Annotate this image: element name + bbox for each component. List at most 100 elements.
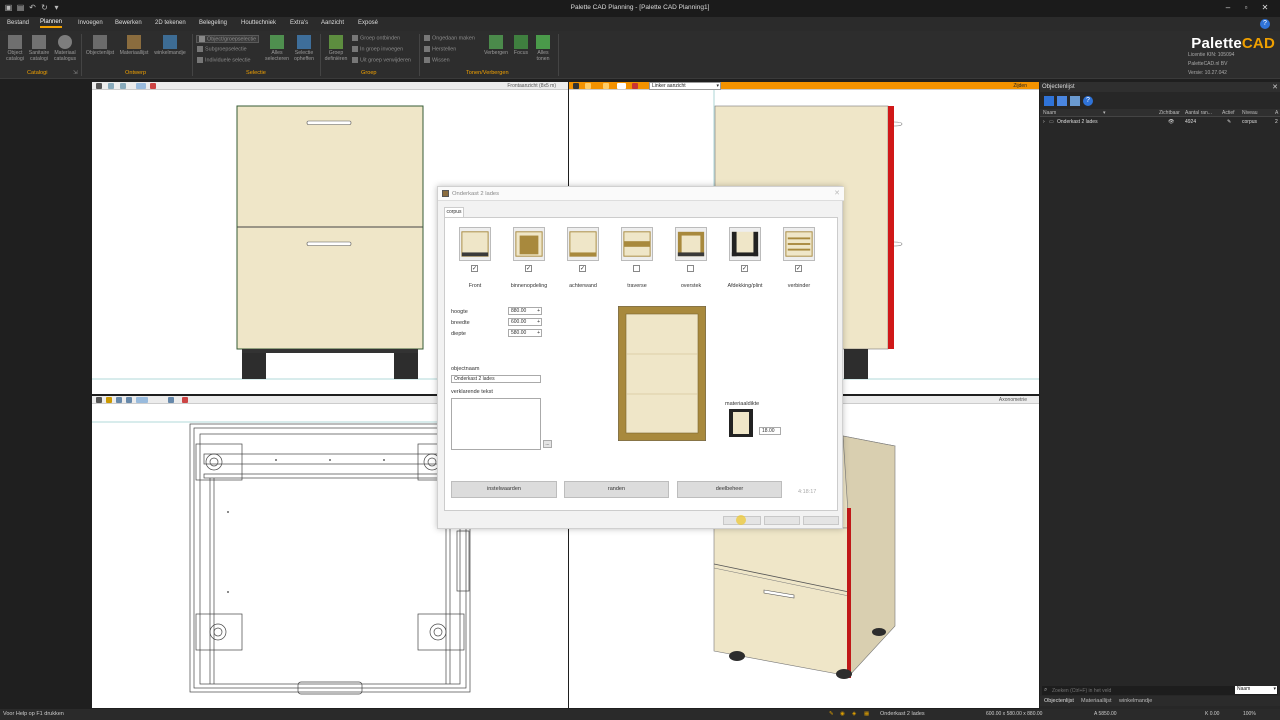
- front-checkbox[interactable]: ✓: [471, 265, 478, 272]
- focus-button[interactable]: Focus: [511, 35, 531, 57]
- panel-tool-icon[interactable]: [1044, 96, 1054, 106]
- binnenopdeling-checkbox[interactable]: ✓: [525, 265, 532, 272]
- wissen-button[interactable]: Wissen: [424, 57, 450, 63]
- sanitaire-catalog-button[interactable]: Sanitaire catalogi: [27, 35, 51, 62]
- hoogte-input[interactable]: 880.00 +: [508, 307, 542, 315]
- menu-aanzicht[interactable]: Aanzicht: [321, 20, 344, 26]
- menu-belegeling[interactable]: Belegeling: [199, 20, 227, 26]
- maximize-button[interactable]: ▫: [1240, 3, 1252, 13]
- minimize-button[interactable]: –: [1222, 3, 1234, 13]
- pencil-icon[interactable]: ✎: [829, 711, 834, 717]
- groep-ontbinden-button[interactable]: Groep ontbinden: [352, 35, 400, 41]
- overstek-part-thumbnail[interactable]: [675, 227, 707, 261]
- alles-selecteren-button[interactable]: Alles selecteren: [263, 35, 291, 62]
- winkelmandje-button[interactable]: winkelmandje: [152, 35, 188, 57]
- tab-objectenlijst[interactable]: Objectenlijst: [1044, 698, 1074, 704]
- panel-close-icon[interactable]: ✕: [1272, 83, 1278, 91]
- text-edit-button[interactable]: ...: [543, 440, 552, 448]
- dialog-close-icon[interactable]: ✕: [834, 189, 840, 197]
- col-niveau[interactable]: Niveau: [1242, 110, 1258, 116]
- front-part-thumbnail[interactable]: [459, 227, 491, 261]
- selectie-opheffen-button[interactable]: Selectie opheffen: [291, 35, 317, 62]
- materiaallijst-button[interactable]: Materiaallijst: [117, 35, 151, 57]
- dialog-launcher-icon[interactable]: ⇲: [73, 70, 78, 76]
- sanitary-icon: [32, 35, 46, 49]
- stepper-icon[interactable]: +: [537, 330, 540, 337]
- tab-winkelmandje[interactable]: winkelmandje: [1119, 698, 1152, 704]
- menu-extras[interactable]: Extra's: [290, 20, 308, 26]
- magnet-icon[interactable]: ◉: [840, 711, 845, 717]
- tab-materiaallijst[interactable]: Materiaallijst: [1081, 698, 1112, 704]
- help-icon[interactable]: ?: [1083, 96, 1093, 106]
- select-all-icon: [270, 35, 284, 49]
- visible-icon[interactable]: 👁: [1168, 119, 1174, 125]
- sort-chevron-icon[interactable]: ▾: [1103, 110, 1106, 116]
- stepper-icon[interactable]: +: [537, 308, 540, 315]
- row-name[interactable]: Onderkast 2 lades: [1057, 119, 1098, 125]
- overstek-checkbox[interactable]: [687, 265, 694, 272]
- help-icon[interactable]: ?: [1260, 19, 1270, 29]
- afdekking-plint-checkbox[interactable]: ✓: [741, 265, 748, 272]
- traverse-checkbox[interactable]: [633, 265, 640, 272]
- ongedaan-maken-button[interactable]: Ongedaan maken: [424, 35, 475, 41]
- verbinder-part-thumbnail[interactable]: [783, 227, 815, 261]
- dialog-title-bar[interactable]: Onderkast 2 lades ✕: [438, 187, 844, 201]
- close-button[interactable]: ✕: [1259, 3, 1271, 13]
- deelbeheer-button[interactable]: deelbeheer: [677, 481, 782, 498]
- binnenopdeling-part-thumbnail[interactable]: [513, 227, 545, 261]
- herstellen-button[interactable]: Herstellen: [424, 46, 456, 52]
- achterwand-part-thumbnail[interactable]: [567, 227, 599, 261]
- traverse-part-thumbnail[interactable]: [621, 227, 653, 261]
- diepte-label: diepte: [451, 331, 466, 337]
- menu-expose[interactable]: Exposé: [358, 20, 378, 26]
- breedte-input[interactable]: 600.00 +: [508, 318, 542, 326]
- randen-button[interactable]: randen: [564, 481, 669, 498]
- objectenlijst-button[interactable]: Objectenlijst: [84, 35, 116, 57]
- alles-tonen-button[interactable]: Alles tonen: [532, 35, 554, 62]
- tab-corpus[interactable]: corpus: [444, 207, 464, 217]
- active-icon[interactable]: ✎: [1227, 119, 1231, 125]
- col-naam[interactable]: Naam: [1043, 110, 1056, 116]
- subgroepselectie-button[interactable]: Subgroepselectie: [197, 46, 247, 52]
- material-catalog-button[interactable]: Materiaal catalogus: [52, 35, 78, 62]
- col-aantal[interactable]: Aantal ran...: [1185, 110, 1212, 116]
- cancel-button[interactable]: [764, 516, 800, 525]
- grid-icon[interactable]: ▦: [864, 711, 869, 717]
- menu-2d-tekenen[interactable]: 2D tekenen: [155, 20, 186, 26]
- refresh-icon[interactable]: [1070, 96, 1080, 106]
- expand-chevron-icon[interactable]: ›: [1043, 119, 1045, 125]
- instelwaarden-button[interactable]: instelwaarden: [451, 481, 557, 498]
- in-groep-invoegen-button[interactable]: In groep invoegen: [352, 46, 403, 52]
- object-catalog-button[interactable]: Object catalogi: [4, 35, 26, 62]
- menu-invoegen[interactable]: Invoegen: [78, 20, 103, 26]
- materiaaldikte-input[interactable]: 18.00: [759, 427, 781, 435]
- afdekking-plint-label: Afdekking/plint: [727, 283, 763, 289]
- search-scope-select[interactable]: Naam ▾: [1235, 686, 1277, 694]
- uit-groep-verwijderen-button[interactable]: Uit groep verwijderen: [352, 57, 411, 63]
- object-groepselectie-button[interactable]: Object/groepselectie: [196, 35, 260, 44]
- individuele-selectie-button[interactable]: Individuele selectie: [197, 57, 251, 63]
- stepper-icon[interactable]: +: [537, 319, 540, 326]
- verklarende-tekst-textarea[interactable]: [451, 398, 541, 450]
- menu-plannen[interactable]: Plannen: [40, 19, 63, 28]
- menu-bewerken[interactable]: Bewerken: [115, 20, 142, 26]
- verbergen-button[interactable]: Verbergen: [482, 35, 510, 57]
- apply-button[interactable]: [803, 516, 839, 525]
- menu-houttechniek[interactable]: Houttechniek: [241, 20, 276, 26]
- groep-definieren-button[interactable]: Groep definiëren: [322, 35, 350, 62]
- snap-icon[interactable]: ◈: [852, 711, 856, 717]
- verbinder-checkbox[interactable]: ✓: [795, 265, 802, 272]
- search-input[interactable]: [1052, 687, 1232, 694]
- diepte-input[interactable]: 580.00 +: [508, 329, 542, 337]
- objectnaam-input[interactable]: Onderkast 2 lades: [451, 375, 541, 383]
- tag-icon[interactable]: [1057, 96, 1067, 106]
- catalog-icon: [8, 35, 22, 49]
- ribbon-separator: [558, 34, 559, 76]
- corpus-preview: [618, 306, 706, 441]
- afdekking-plint-part-thumbnail[interactable]: [729, 227, 761, 261]
- col-a[interactable]: A: [1275, 110, 1278, 116]
- menu-bestand[interactable]: Bestand: [7, 20, 29, 26]
- achterwand-checkbox[interactable]: ✓: [579, 265, 586, 272]
- col-actief[interactable]: Actief: [1222, 110, 1235, 116]
- col-zichtbaar[interactable]: Zichtbaar: [1159, 110, 1180, 116]
